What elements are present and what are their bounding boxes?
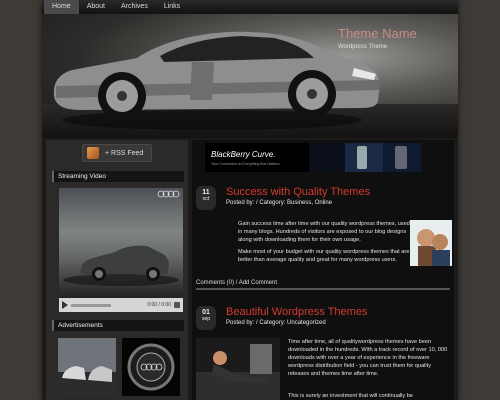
post-date-month: sep bbox=[201, 316, 211, 322]
advertisements-heading: Advertisements bbox=[52, 320, 184, 331]
ad-thumbnail-cars[interactable] bbox=[58, 338, 116, 396]
post-date-day: 11 bbox=[202, 189, 210, 196]
main-content: BlackBerry Curve. Your Connection to Eve… bbox=[192, 140, 454, 400]
post-photo-couple bbox=[410, 220, 452, 266]
volume-icon[interactable] bbox=[174, 302, 180, 308]
sidebar: + RSS Feed Streaming Video 0:00 / 0:00 A… bbox=[46, 140, 188, 400]
post-paragraph: Gain success time after time with our qu… bbox=[238, 221, 410, 243]
nav-links[interactable]: Links bbox=[156, 0, 188, 14]
ad-cars-image bbox=[58, 338, 116, 396]
ad-thumbnail-wheel[interactable] bbox=[122, 338, 180, 396]
nav-home[interactable]: Home bbox=[44, 0, 79, 14]
audi-rings-icon bbox=[157, 190, 180, 198]
banner-logo: BlackBerry Curve. bbox=[211, 150, 276, 159]
post-date-badge: 11 oct bbox=[196, 186, 216, 210]
add-comment-link[interactable]: Add Comment bbox=[239, 280, 277, 286]
ad-wheel-image bbox=[122, 338, 180, 396]
woman-photo-image bbox=[196, 338, 280, 400]
rss-feed-button[interactable]: + RSS Feed bbox=[82, 144, 152, 162]
nav-about[interactable]: About bbox=[79, 0, 113, 14]
streaming-video-heading: Streaming Video bbox=[52, 171, 184, 182]
post-paragraph: Time after time, all of qualitywordpress… bbox=[288, 339, 448, 377]
comments-link[interactable]: Comments (0) bbox=[196, 280, 234, 286]
post-title[interactable]: Success with Quality Themes bbox=[226, 186, 370, 198]
banner-tagline: Your Connection to Everything that Matte… bbox=[211, 162, 281, 166]
site-header: Theme Name Wordpress Theme bbox=[42, 14, 458, 138]
video-time: 0:00 / 0:00 bbox=[147, 302, 171, 308]
play-icon[interactable] bbox=[62, 301, 68, 309]
post-date-month: oct bbox=[202, 196, 210, 202]
rss-feed-label: + RSS Feed bbox=[105, 149, 144, 157]
post-meta: Posted by: / Category: Uncategorized bbox=[226, 320, 326, 326]
page-frame: Home About Archives Links Theme Name Wor… bbox=[42, 0, 458, 400]
video-controls: 0:00 / 0:00 bbox=[59, 298, 183, 312]
post-date-day: 01 bbox=[202, 309, 210, 316]
blackberry-banner[interactable]: BlackBerry Curve. Your Connection to Eve… bbox=[205, 143, 421, 172]
seek-bar[interactable] bbox=[71, 303, 111, 307]
couple-photo-image bbox=[410, 220, 452, 266]
post-paragraph: This is surely an investment that will c… bbox=[288, 393, 413, 399]
nav-archives[interactable]: Archives bbox=[113, 0, 156, 14]
video-car-image bbox=[63, 245, 179, 286]
top-nav: Home About Archives Links bbox=[42, 0, 458, 14]
post-photo-woman bbox=[196, 338, 280, 400]
banner-phone-images bbox=[309, 143, 421, 172]
post-paragraph: Make most of your budget with our qualit… bbox=[238, 249, 410, 263]
site-title[interactable]: Theme Name bbox=[338, 26, 417, 41]
post-meta: Posted by: / Category: Business, Online bbox=[226, 200, 333, 206]
post-date-badge: 01 sep bbox=[196, 306, 216, 330]
video-player[interactable]: 0:00 / 0:00 bbox=[59, 188, 183, 312]
comments-bar: Comments (0) / Add Comment bbox=[196, 280, 450, 290]
post-title[interactable]: Beautiful Wordpress Themes bbox=[226, 306, 367, 318]
video-screen[interactable] bbox=[59, 188, 183, 298]
site-description: Wordpress Theme bbox=[338, 44, 388, 50]
rss-icon bbox=[87, 147, 99, 159]
